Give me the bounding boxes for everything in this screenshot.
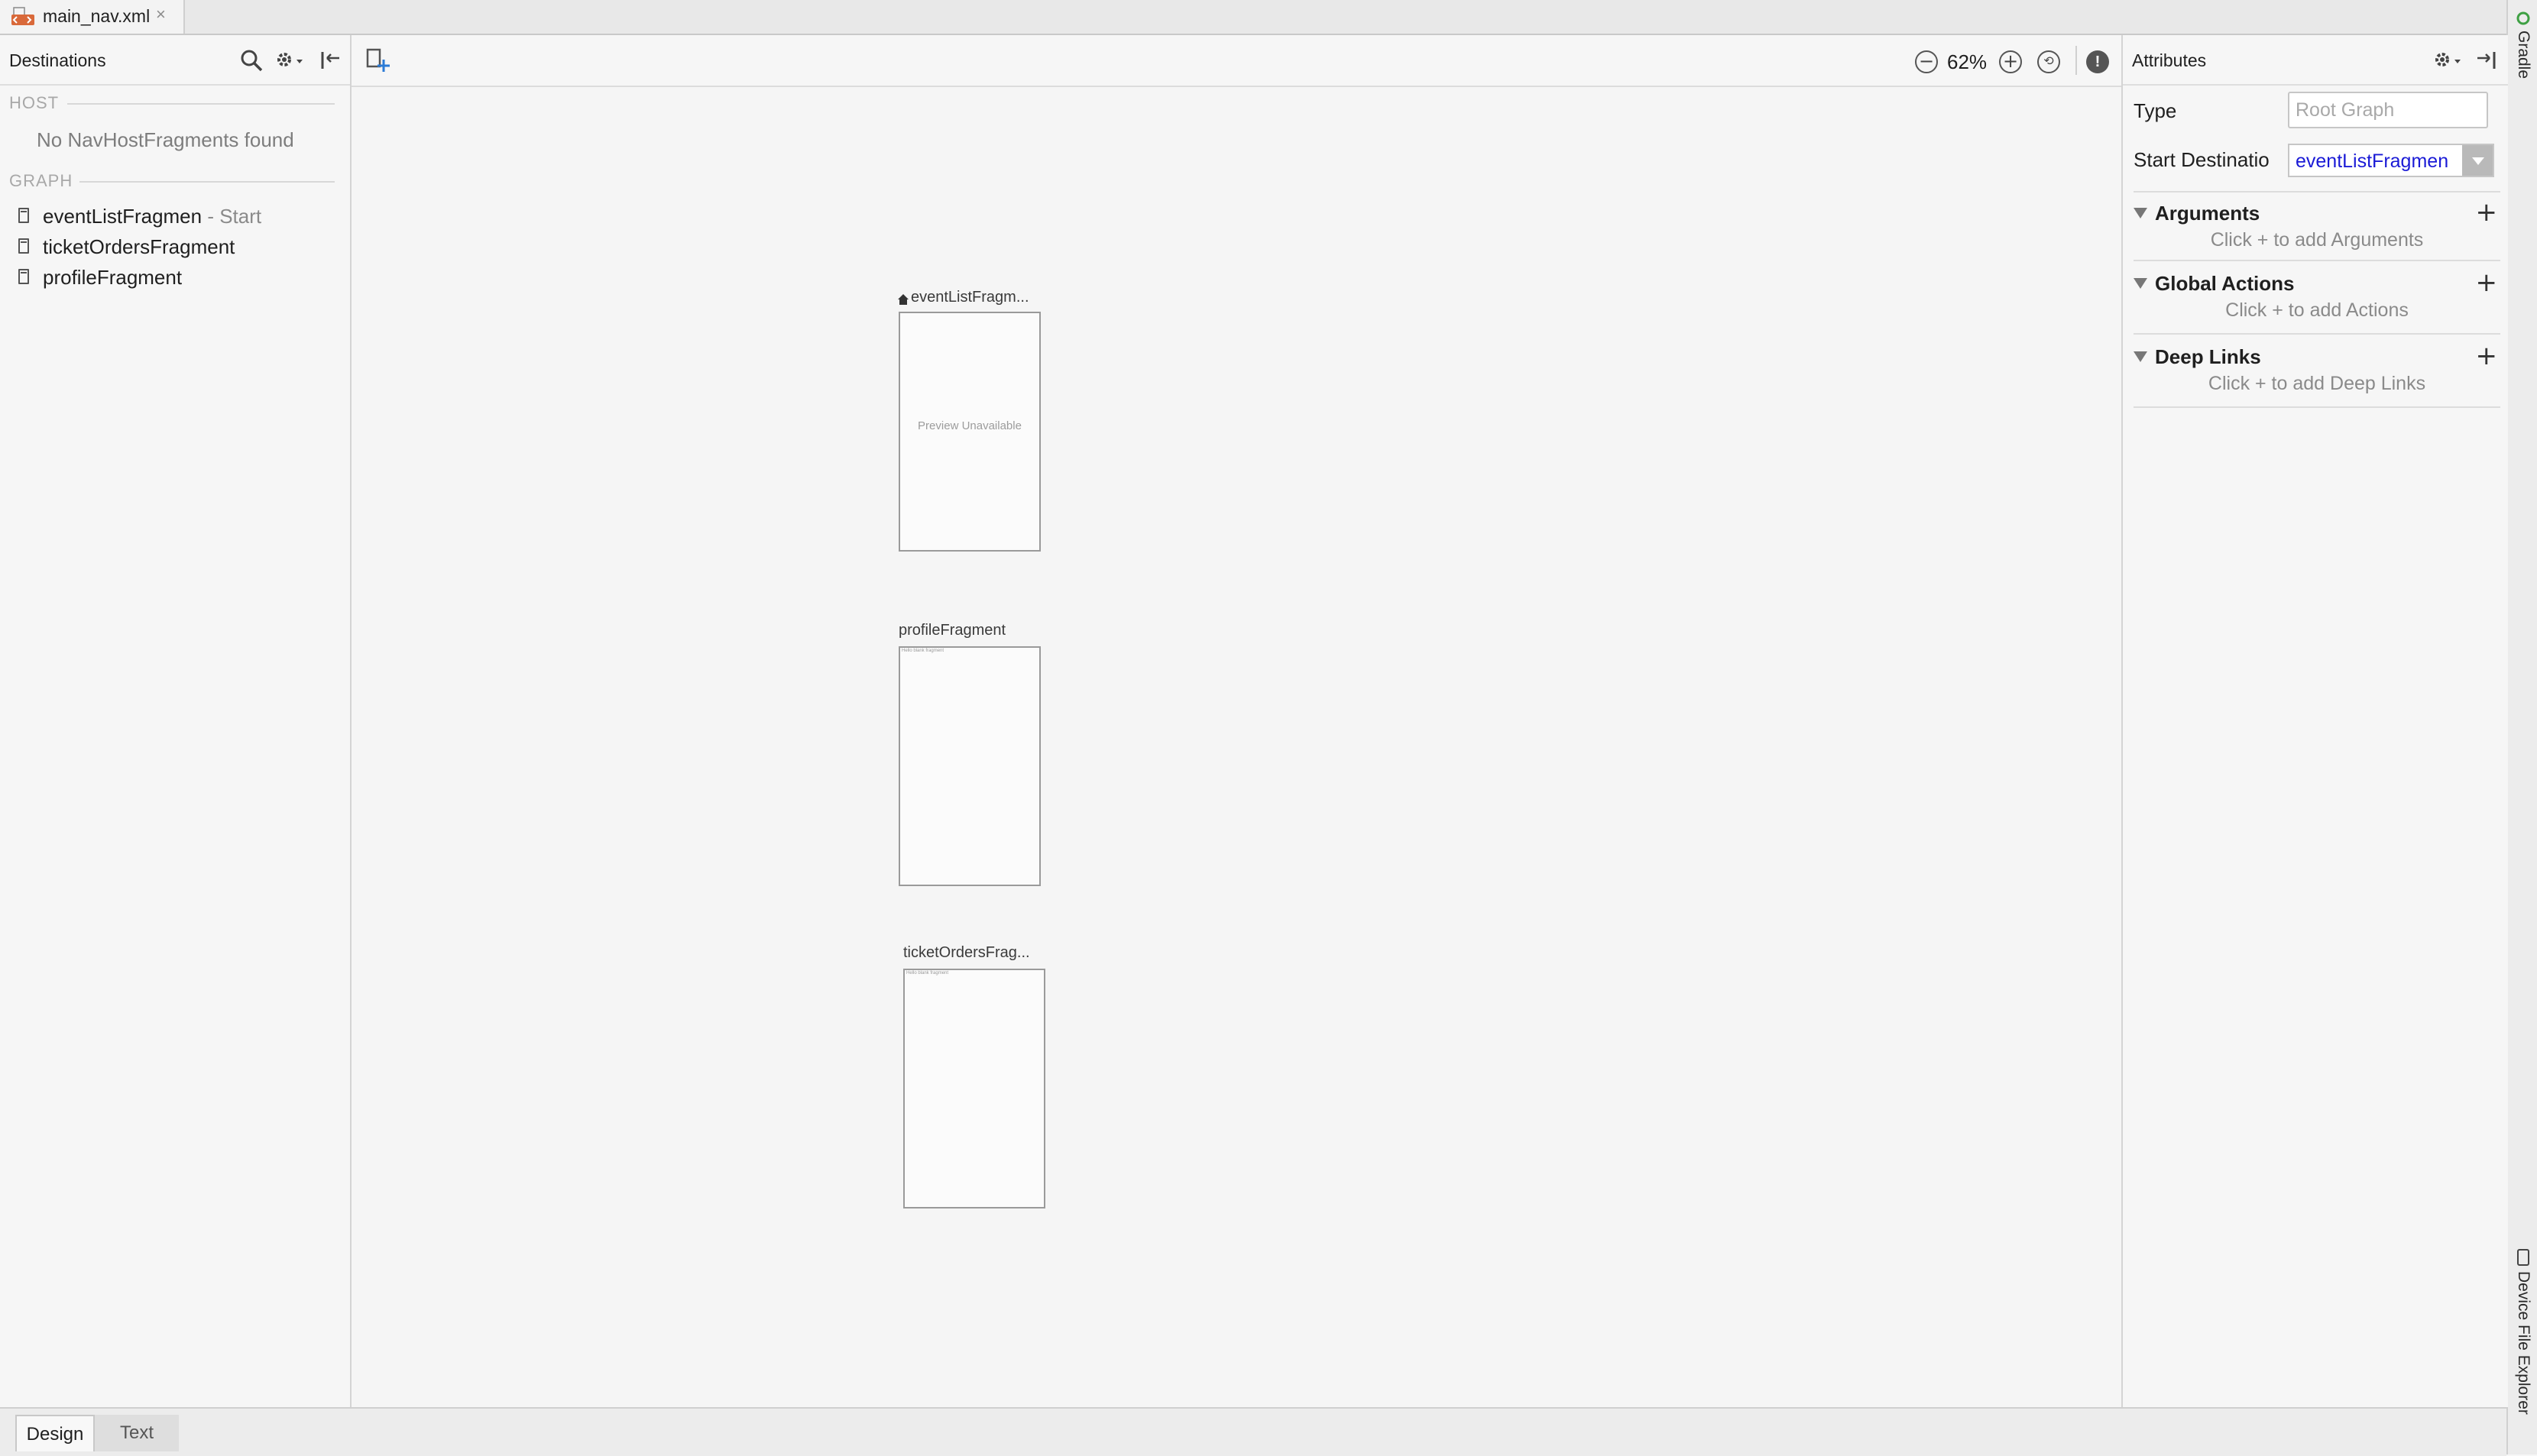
add-action-button[interactable]: + bbox=[2476, 267, 2498, 298]
editor-tab-bar: main_nav.xml × bbox=[0, 0, 2506, 35]
start-suffix: - Start bbox=[202, 205, 262, 228]
start-destination-dropdown[interactable]: eventListFragmen bbox=[2288, 144, 2494, 177]
destination-item[interactable]: ticketOrdersFragment bbox=[15, 232, 336, 261]
node-title: profileFragment bbox=[899, 622, 1006, 639]
destinations-title: Destinations bbox=[9, 50, 106, 70]
tab-text[interactable]: Text bbox=[95, 1415, 179, 1451]
fragment-icon bbox=[18, 238, 29, 254]
fragment-preview: Preview Unavailable bbox=[899, 312, 1041, 552]
file-tab-label: main_nav.xml bbox=[43, 6, 151, 26]
graph-section-label: GRAPH bbox=[9, 171, 73, 190]
preview-text: Hello blank fragment bbox=[902, 649, 944, 653]
destination-item[interactable]: eventListFragmen - Start bbox=[15, 202, 336, 231]
file-tab[interactable]: main_nav.xml × bbox=[0, 0, 185, 34]
xml-file-icon bbox=[11, 7, 34, 25]
expand-triangle-icon[interactable] bbox=[2134, 278, 2147, 289]
navigation-graph-canvas[interactable]: − 62% + ⟲ ! eventListFragm... Preview Un… bbox=[352, 35, 2121, 1407]
close-tab-icon[interactable]: × bbox=[156, 5, 166, 24]
editor-mode-tabs: Design Text bbox=[0, 1407, 2506, 1456]
canvas-toolbar: − 62% + ⟲ ! bbox=[352, 35, 2121, 87]
host-section-label: HOST bbox=[9, 93, 60, 112]
divider bbox=[67, 103, 335, 105]
attributes-header: Attributes bbox=[2123, 35, 2508, 86]
zoom-in-icon[interactable]: + bbox=[1999, 50, 2022, 73]
zoom-out-icon[interactable]: − bbox=[1915, 50, 1938, 73]
host-empty-message: No NavHostFragments found bbox=[37, 128, 294, 151]
add-deep-link-button[interactable]: + bbox=[2476, 341, 2498, 371]
gradle-icon bbox=[2516, 11, 2530, 25]
expand-triangle-icon[interactable] bbox=[2134, 208, 2147, 218]
divider bbox=[2134, 333, 2500, 335]
right-tool-stripe: Gradle Device File Explorer bbox=[2506, 0, 2537, 1454]
expand-triangle-icon[interactable] bbox=[2134, 351, 2147, 362]
fragment-icon bbox=[18, 208, 29, 223]
gear-dropdown-icon[interactable] bbox=[274, 47, 307, 75]
section-title: Global Actions bbox=[2155, 272, 2295, 295]
hide-panel-icon[interactable] bbox=[2473, 47, 2500, 75]
search-icon[interactable] bbox=[238, 47, 266, 75]
type-label: Type bbox=[2134, 99, 2177, 122]
gradle-tool-button[interactable]: Gradle bbox=[2514, 31, 2532, 79]
section-hint: Click + to add Arguments bbox=[2210, 229, 2424, 251]
add-argument-button[interactable]: + bbox=[2476, 197, 2498, 228]
fragment-preview: Hello blank fragment bbox=[903, 969, 1045, 1208]
destination-name: ticketOrdersFragment bbox=[43, 235, 235, 258]
attributes-title: Attributes bbox=[2132, 50, 2207, 70]
zoom-to-fit-icon[interactable]: ⟲ bbox=[2037, 50, 2060, 73]
start-destination-value: eventListFragmen bbox=[2296, 150, 2449, 172]
node-title: ticketOrdersFrag... bbox=[903, 944, 1030, 961]
section-title: Deep Links bbox=[2155, 345, 2261, 368]
destination-item[interactable]: profileFragment bbox=[15, 263, 336, 292]
start-destination-label: Start Destinatio bbox=[2134, 148, 2270, 171]
tab-design[interactable]: Design bbox=[15, 1415, 95, 1451]
section-title: Arguments bbox=[2155, 202, 2260, 225]
gear-dropdown-icon[interactable] bbox=[2432, 47, 2465, 75]
warning-icon[interactable]: ! bbox=[2086, 50, 2109, 73]
section-hint: Click + to add Actions bbox=[2225, 299, 2409, 321]
destination-name: eventListFragmen bbox=[43, 205, 203, 228]
fragment-icon bbox=[18, 269, 29, 284]
fragment-preview: Hello blank fragment bbox=[899, 646, 1041, 886]
attributes-panel: Attributes Type Start Destinatio eventLi… bbox=[2121, 35, 2508, 1407]
preview-unavailable-text: Preview Unavailable bbox=[918, 419, 1022, 432]
collapse-panel-icon[interactable] bbox=[318, 47, 345, 75]
section-hint: Click + to add Deep Links bbox=[2208, 373, 2426, 394]
divider bbox=[2134, 191, 2500, 193]
device-icon bbox=[2517, 1249, 2529, 1266]
type-field[interactable] bbox=[2288, 92, 2488, 128]
destinations-panel: Destinations HOST No NavHostFragments fo… bbox=[0, 35, 352, 1407]
node-title: eventListFragm... bbox=[911, 289, 1029, 306]
destination-name: profileFragment bbox=[43, 266, 183, 289]
chevron-down-icon[interactable] bbox=[2462, 145, 2493, 176]
preview-text: Hello blank fragment bbox=[906, 971, 949, 976]
zoom-level: 62% bbox=[1947, 50, 1988, 73]
device-file-explorer-tool-button[interactable]: Device File Explorer bbox=[2514, 1271, 2532, 1415]
destinations-header: Destinations bbox=[0, 35, 350, 86]
new-destination-icon[interactable] bbox=[365, 47, 391, 75]
divider bbox=[2134, 260, 2500, 261]
divider bbox=[2134, 406, 2500, 408]
divider bbox=[79, 181, 335, 183]
home-icon bbox=[898, 294, 909, 305]
toolbar-divider bbox=[2075, 46, 2077, 75]
